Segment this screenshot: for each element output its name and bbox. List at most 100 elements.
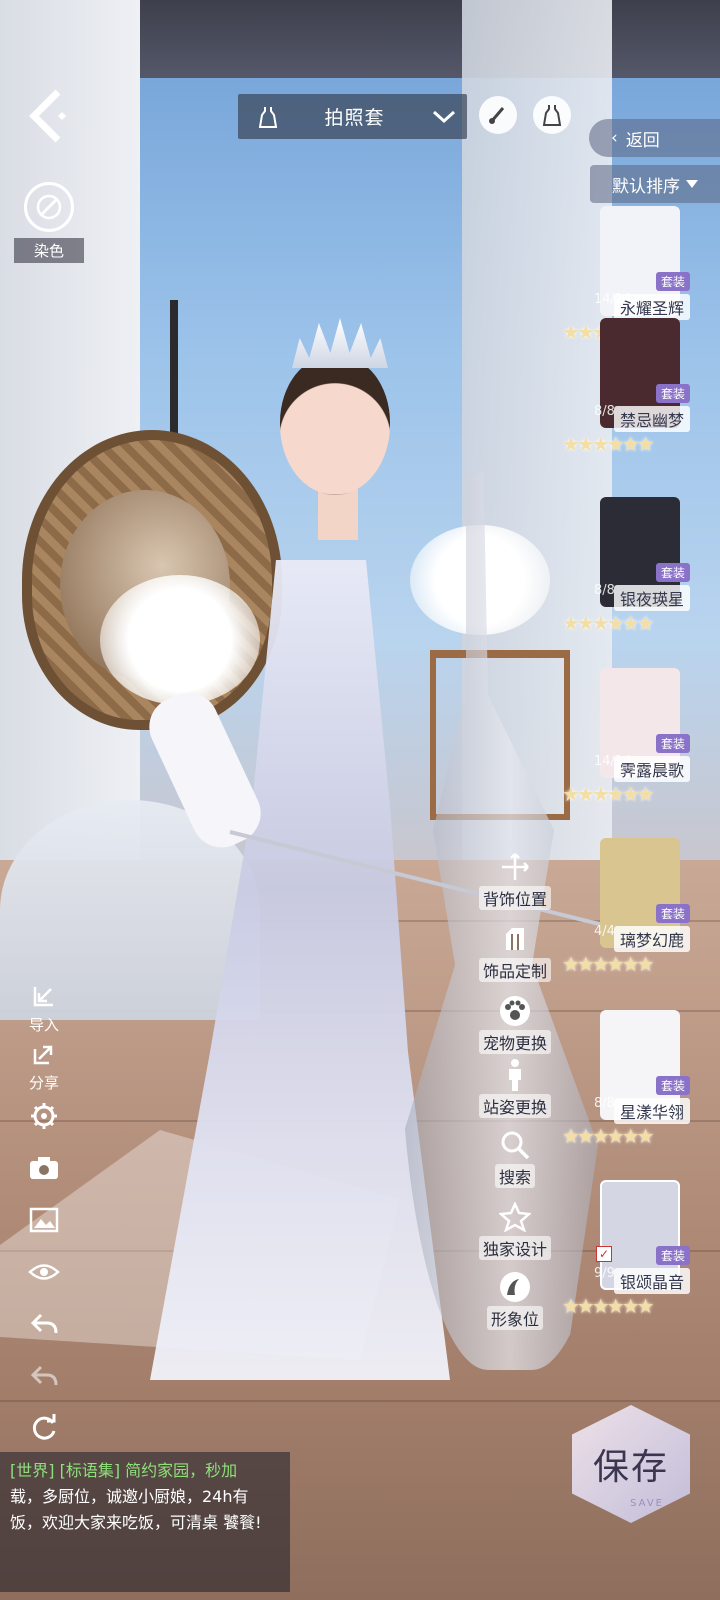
search-button[interactable]: 搜索 bbox=[460, 1128, 570, 1188]
suit-tag: 套装 bbox=[655, 384, 690, 403]
suit-tag: 套装 bbox=[655, 272, 690, 291]
dress-icon bbox=[543, 105, 561, 126]
import-label: 导入 bbox=[28, 1016, 59, 1034]
paw-icon bbox=[495, 994, 535, 1028]
camera-button[interactable] bbox=[22, 1150, 66, 1186]
accessory-custom-button[interactable]: 饰品定制 bbox=[460, 922, 570, 982]
star-icon bbox=[495, 1200, 535, 1234]
pose-change-button[interactable]: 站姿更换 bbox=[460, 1058, 570, 1118]
suit-tag: 套装 bbox=[655, 734, 690, 753]
wooden-shelf bbox=[430, 650, 570, 820]
brush-icon bbox=[489, 107, 505, 124]
suit-count: 4/4 bbox=[594, 924, 615, 939]
redo-button[interactable] bbox=[22, 1358, 66, 1394]
star-rating: ★★★★★★ bbox=[562, 952, 655, 976]
avatar-icon bbox=[495, 1270, 535, 1304]
import-icon bbox=[26, 978, 62, 1014]
suit-tag: 套装 bbox=[655, 1246, 690, 1265]
palette-icon bbox=[24, 182, 74, 232]
settings-button[interactable] bbox=[22, 1098, 66, 1134]
suit-name: 星漾华翎 bbox=[613, 1098, 690, 1124]
suit-name: 永耀圣辉 bbox=[613, 294, 690, 320]
visibility-button[interactable] bbox=[22, 1254, 66, 1290]
suit-count: 8/8 bbox=[594, 583, 615, 598]
menu-label: 饰品定制 bbox=[478, 958, 551, 982]
caret-down-icon bbox=[686, 180, 698, 188]
sort-dropdown[interactable]: 默认排序 bbox=[590, 165, 720, 203]
suit-count: 9/9 bbox=[594, 1266, 615, 1281]
reset-button[interactable] bbox=[22, 1410, 66, 1446]
pose-icon bbox=[495, 1058, 535, 1092]
suit-card[interactable]: 14/14 套装 霁露晨歌 ★★★★★★ bbox=[562, 668, 694, 818]
dress-icon bbox=[238, 106, 298, 128]
redo-icon bbox=[26, 1358, 62, 1394]
share-icon bbox=[26, 1036, 62, 1072]
outfit-category-label: 拍照套 bbox=[324, 107, 385, 129]
star-rating: ★★★★★★ bbox=[562, 432, 655, 456]
image-icon bbox=[26, 1202, 62, 1238]
undo-button[interactable] bbox=[22, 1306, 66, 1342]
chat-box[interactable]: [世界] [标语集] 简约家园，秒加 载，多厨位，诚邀小厨娘，24h有饭，欢迎大… bbox=[0, 1452, 290, 1592]
menu-label: 独家设计 bbox=[478, 1236, 551, 1260]
dye-label: 染色 bbox=[14, 238, 84, 263]
return-label: 返回 bbox=[625, 130, 660, 151]
search-icon bbox=[495, 1128, 535, 1162]
star-rating: ★★★★★★ bbox=[562, 782, 655, 806]
left-wall bbox=[0, 0, 140, 860]
gallery-button[interactable] bbox=[22, 1202, 66, 1238]
suit-card-selected[interactable]: ✓ 9/9 套装 银颂晶音 ★★★★★★ bbox=[562, 1180, 694, 1330]
custom-icon bbox=[495, 922, 535, 956]
chat-message: 载，多厨位，诚邀小厨娘，24h有饭，欢迎大家来吃饭，可清桌 饕餮! bbox=[10, 1487, 262, 1532]
reset-icon bbox=[26, 1410, 62, 1446]
brush-button[interactable] bbox=[479, 96, 517, 134]
suit-count: 8/8 bbox=[594, 404, 615, 419]
settings-icon bbox=[26, 1098, 62, 1134]
suit-card[interactable]: 8/8 套装 禁忌幽梦 ★★★★★★ bbox=[562, 318, 694, 468]
suit-count: 8/8 bbox=[594, 1096, 615, 1111]
menu-label: 宠物更换 bbox=[478, 1030, 551, 1054]
suit-name: 霁露晨歌 bbox=[613, 756, 690, 782]
return-button[interactable]: ‹ 返回 bbox=[589, 119, 720, 157]
menu-label: 搜索 bbox=[494, 1164, 535, 1188]
suit-name: 禁忌幽梦 bbox=[613, 406, 690, 432]
menu-label: 站姿更换 bbox=[478, 1094, 551, 1118]
suit-card[interactable]: 8/8 套装 星漾华翎 ★★★★★★ bbox=[562, 1010, 694, 1160]
save-sublabel: SAVE bbox=[630, 1498, 664, 1509]
check-icon: ✓ bbox=[596, 1246, 612, 1262]
suit-name: 璃梦幻鹿 bbox=[613, 926, 690, 952]
chair-stand bbox=[170, 300, 178, 440]
exclusive-design-button[interactable]: 独家设计 bbox=[460, 1200, 570, 1260]
save-button[interactable]: 保存 SAVE bbox=[572, 1405, 690, 1523]
undo-icon bbox=[26, 1306, 62, 1342]
share-button[interactable]: 分享 bbox=[22, 1036, 66, 1093]
outfit-button[interactable] bbox=[533, 96, 571, 134]
suit-card[interactable]: 4/4 套装 璃梦幻鹿 ★★★★★★ bbox=[562, 838, 694, 988]
menu-label: 背饰位置 bbox=[478, 886, 551, 910]
outfit-category-dropdown[interactable]: 拍照套 bbox=[238, 94, 467, 139]
pet-change-button[interactable]: 宠物更换 bbox=[460, 994, 570, 1054]
chat-channel-line: [世界] [标语集] 简约家园，秒加 bbox=[10, 1461, 238, 1480]
dye-button[interactable]: 染色 bbox=[14, 182, 84, 263]
suit-card[interactable]: 8/8 套装 银夜瑛星 ★★★★★★ bbox=[562, 497, 694, 647]
share-label: 分享 bbox=[28, 1074, 59, 1092]
back-button[interactable] bbox=[26, 86, 70, 146]
star-rating: ★★★★★★ bbox=[562, 1124, 655, 1148]
menu-label: 形象位 bbox=[486, 1306, 543, 1330]
suit-tag: 套装 bbox=[655, 904, 690, 923]
save-label: 保存 bbox=[592, 1447, 669, 1488]
chevron-left-icon bbox=[29, 89, 66, 143]
back-accessory-position-button[interactable]: 背饰位置 bbox=[460, 850, 570, 910]
chevron-left-icon: ‹ bbox=[611, 128, 618, 148]
camera-icon bbox=[26, 1150, 62, 1186]
suit-name: 银夜瑛星 bbox=[613, 585, 690, 611]
sort-label: 默认排序 bbox=[612, 176, 680, 197]
move-icon bbox=[495, 850, 535, 884]
star-rating: ★★★★★★ bbox=[562, 611, 655, 635]
suit-tag: 套装 bbox=[655, 1076, 690, 1095]
import-button[interactable]: 导入 bbox=[22, 978, 66, 1035]
suit-name: 银颂晶音 bbox=[613, 1268, 690, 1294]
suit-tag: 套装 bbox=[655, 563, 690, 582]
image-slot-button[interactable]: 形象位 bbox=[460, 1270, 570, 1330]
eye-icon bbox=[26, 1254, 62, 1290]
chevron-down-icon bbox=[421, 109, 467, 125]
